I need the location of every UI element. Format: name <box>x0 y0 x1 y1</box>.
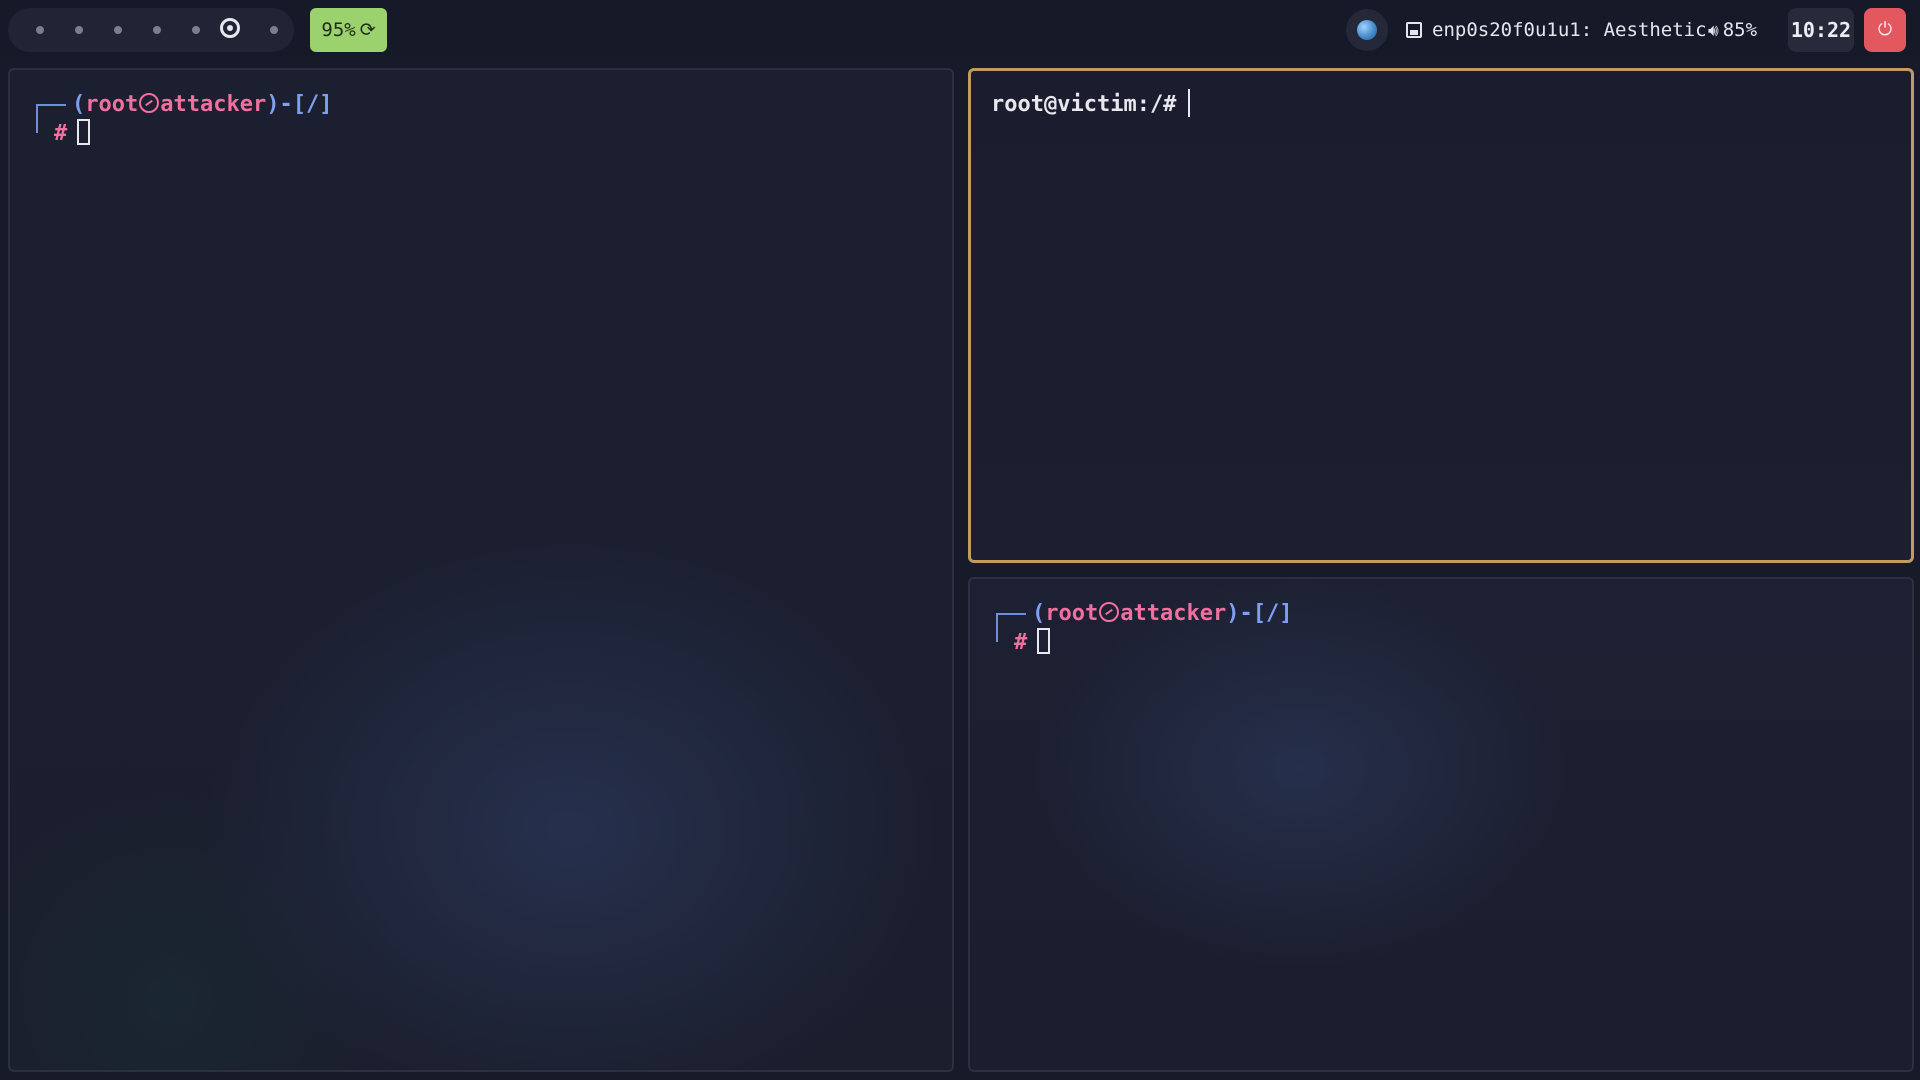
power-icon: ⏻ <box>1877 19 1893 40</box>
terminal-cursor <box>77 119 91 145</box>
ethernet-icon <box>1406 22 1422 38</box>
workspace-switcher <box>8 8 294 52</box>
prompt-cwd: [/] <box>292 92 333 117</box>
network-indicator[interactable]: enp0s20f0u1u1: Aesthetic <box>1406 14 1707 46</box>
prompt-symbol: # <box>54 121 68 146</box>
workspace-1[interactable] <box>36 26 44 34</box>
terminal-cursor <box>1037 628 1051 654</box>
prompt-host: attacker <box>1120 601 1227 626</box>
prompt-host: attacker <box>160 92 267 117</box>
refresh-icon: ⟳ <box>359 19 376 41</box>
prompt-user: root <box>85 92 139 117</box>
globe-icon <box>1357 20 1377 40</box>
volume-indicator[interactable]: 🔊︎ 85% <box>1708 14 1757 46</box>
workspace-5[interactable] <box>192 26 200 34</box>
workspace-4[interactable] <box>153 26 161 34</box>
top-bar: 95% ⟳ enp0s20f0u1u1: Aesthetic 🔊︎ 85% 10:2… <box>0 0 1920 60</box>
kali-skull-icon <box>1099 602 1120 622</box>
victim-prompt: root@victim:/# <box>991 89 1191 120</box>
clock-label: 10:22 <box>1790 18 1852 42</box>
prompt-cwd: [/] <box>1252 601 1293 626</box>
network-label: enp0s20f0u1u1: Aesthetic <box>1432 19 1707 41</box>
clock[interactable]: 10:22 <box>1788 8 1854 52</box>
workspace-2[interactable] <box>75 26 83 34</box>
terminal-top-right[interactable]: root@victim:/# <box>968 68 1914 563</box>
speaker-icon: 🔊︎ <box>1708 21 1719 41</box>
prompt-symbol: # <box>1014 630 1028 655</box>
power-button[interactable]: ⏻ <box>1864 8 1906 52</box>
volume-label: 85% <box>1722 19 1758 41</box>
terminal-bottom-right[interactable]: (root attacker)-[/] # <box>968 577 1914 1072</box>
kali-prompt: (root attacker)-[/] # <box>36 90 436 160</box>
workspace-3[interactable] <box>114 26 122 34</box>
prompt-user: root <box>1045 601 1099 626</box>
terminal-left[interactable]: (root attacker)-[/] # <box>8 68 954 1072</box>
battery-indicator[interactable]: 95% ⟳ <box>310 8 387 52</box>
desktop: 95% ⟳ enp0s20f0u1u1: Aesthetic 🔊︎ 85% 10:2… <box>0 0 1920 1080</box>
workspace-7[interactable] <box>270 26 278 34</box>
kali-prompt: (root attacker)-[/] # <box>996 599 1396 669</box>
kali-skull-icon <box>139 93 160 113</box>
tray-app[interactable] <box>1346 9 1388 51</box>
workspace-6-active[interactable] <box>220 18 240 38</box>
prompt-text: root@victim:/# <box>991 92 1177 117</box>
battery-label: 95% <box>321 19 356 41</box>
text-caret <box>1188 89 1191 117</box>
